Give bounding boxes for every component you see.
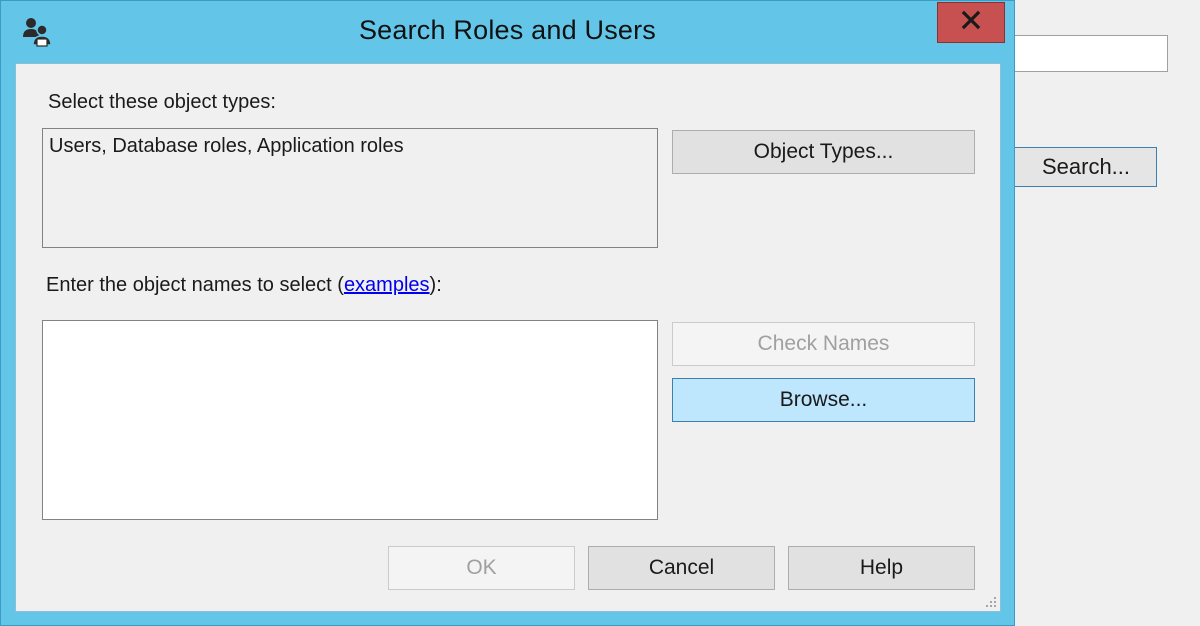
object-types-value: Users, Database roles, Application roles: [49, 135, 404, 157]
cancel-button[interactable]: Cancel: [588, 546, 775, 590]
object-names-label-prefix: Enter the object names to select (: [46, 274, 344, 296]
object-types-button[interactable]: Object Types...: [672, 130, 975, 174]
ok-button[interactable]: OK: [388, 546, 575, 590]
resize-grip-icon[interactable]: [983, 594, 997, 608]
object-types-field: Users, Database roles, Application roles: [42, 128, 658, 248]
object-names-label-suffix: ):: [429, 274, 442, 296]
object-names-label: Enter the object names to select (exampl…: [46, 274, 442, 297]
check-names-button[interactable]: Check Names: [672, 322, 975, 366]
close-button[interactable]: [937, 2, 1005, 43]
background-text-field[interactable]: [1005, 35, 1168, 72]
object-types-label: Select these object types:: [48, 91, 276, 113]
help-button[interactable]: Help: [788, 546, 975, 590]
close-icon: [961, 10, 981, 35]
browse-button[interactable]: Browse...: [672, 378, 975, 422]
examples-link[interactable]: examples: [344, 274, 430, 296]
object-names-input[interactable]: [42, 320, 658, 520]
title-bar[interactable]: Search Roles and Users: [1, 1, 1014, 63]
dialog-client-area: Select these object types: Users, Databa…: [15, 63, 1001, 612]
background-search-button[interactable]: Search...: [1005, 147, 1157, 187]
search-roles-users-dialog: Search Roles and Users Select these obje…: [0, 0, 1015, 626]
dialog-title: Search Roles and Users: [358, 15, 657, 45]
